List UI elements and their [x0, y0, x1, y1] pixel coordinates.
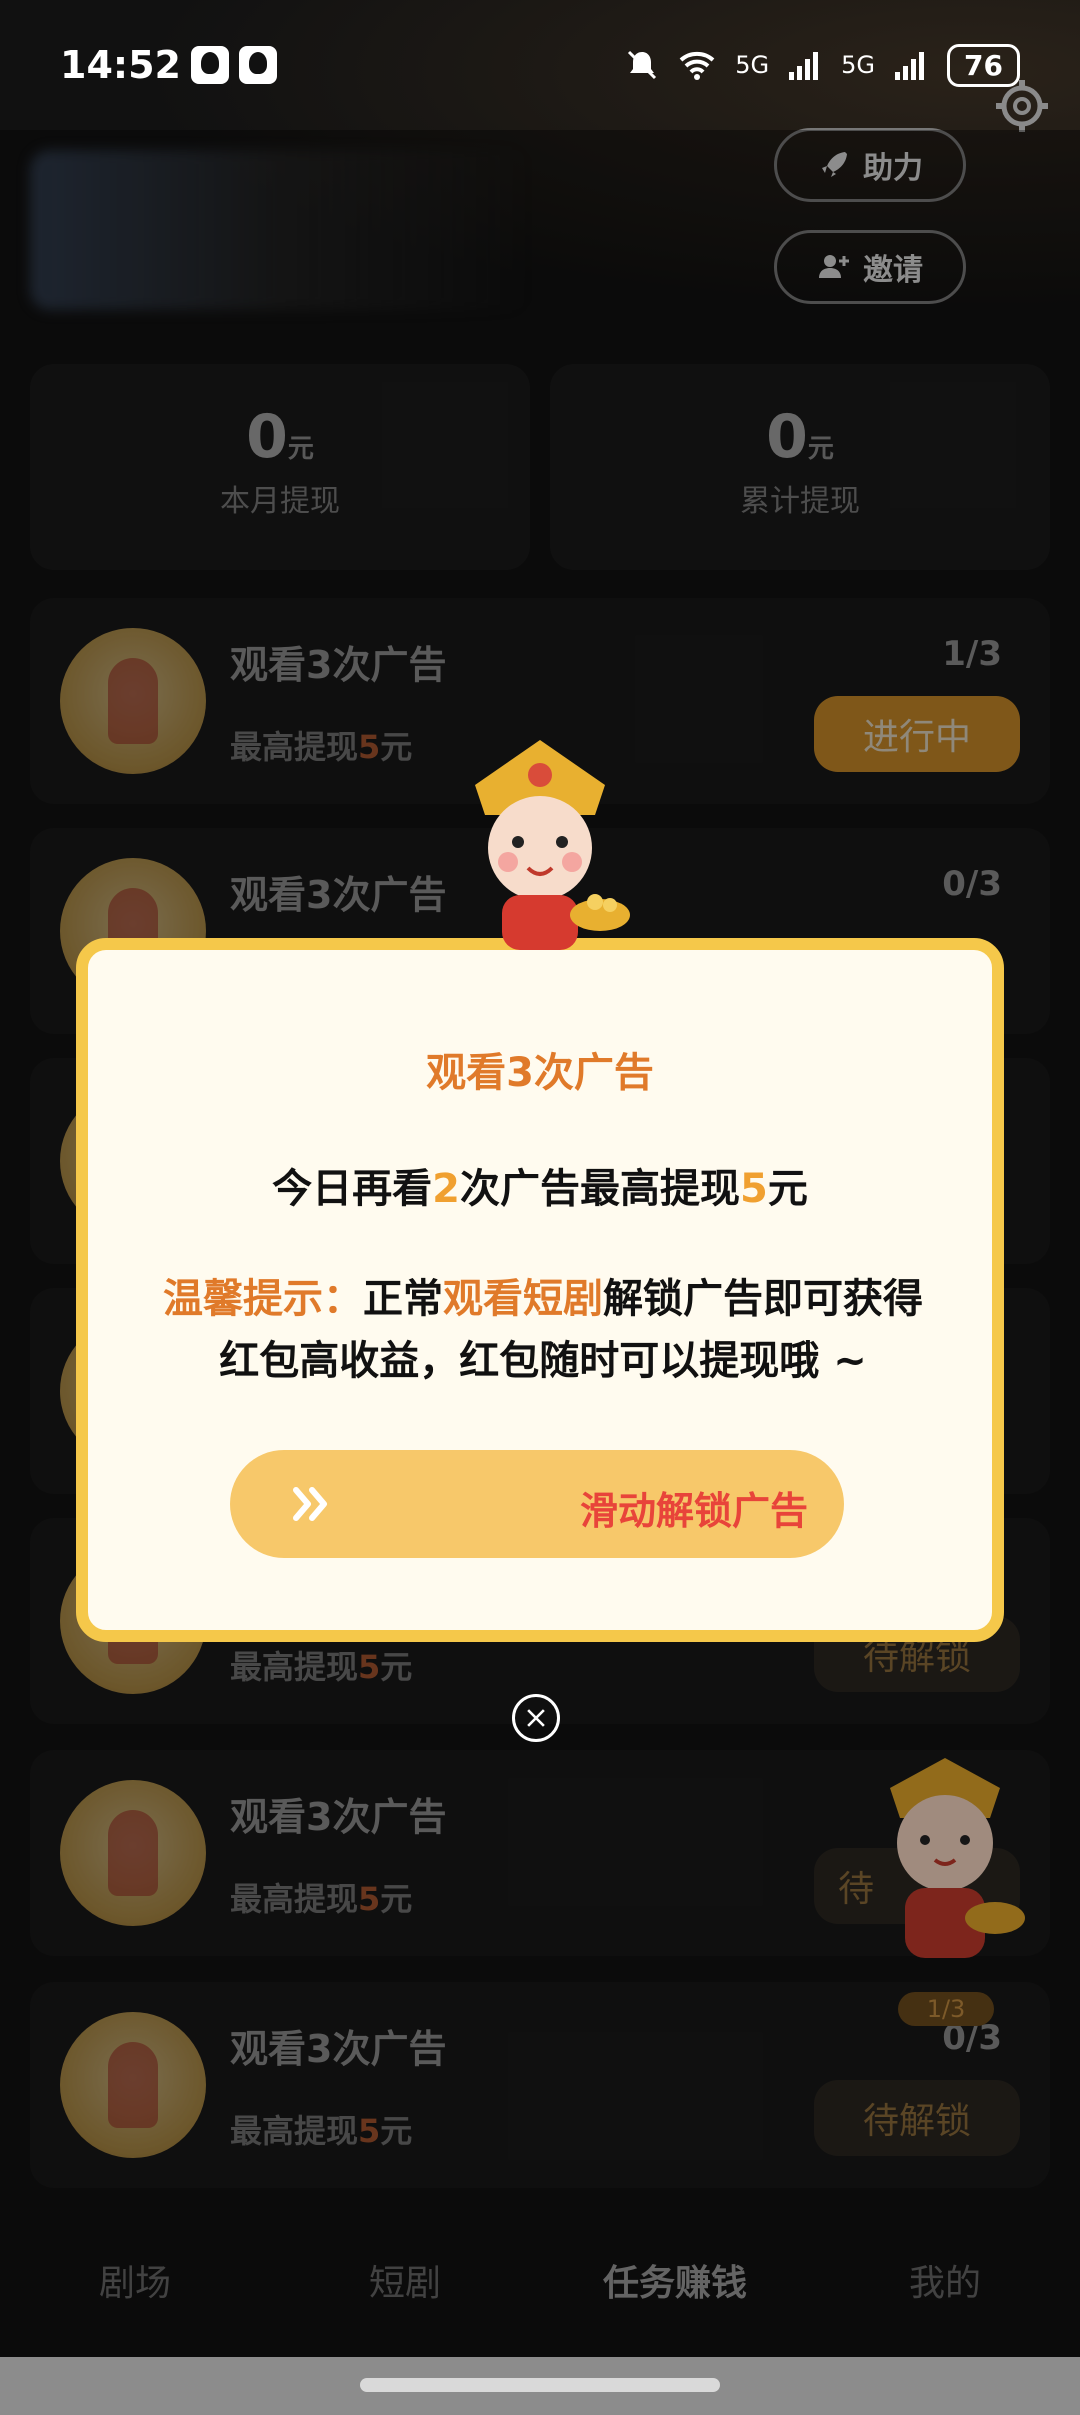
gear-icon[interactable] [992, 76, 1052, 136]
qq-notification-icon [190, 46, 229, 84]
dialog-tip: 温馨提示：正常观看短剧解锁广告即可获得红包高收益，红包随时可以提现哦 ~ [148, 1268, 938, 1392]
msg-part: 次广告最高提现 [460, 1166, 740, 1212]
signal-icon [789, 52, 819, 80]
double-chevron-right-icon[interactable] [288, 1480, 336, 1528]
dialog-message: 今日再看2次广告最高提现5元 [88, 1156, 992, 1214]
dialog-title: 观看3次广告 [426, 1050, 654, 1096]
close-icon[interactable] [512, 1694, 560, 1742]
wifi-icon [679, 51, 715, 80]
slide-unlock-label: 滑动解锁广告 [579, 1489, 808, 1533]
status-indicators: 5G 5G 76 [625, 43, 1020, 87]
tip-text: 正常 [363, 1276, 443, 1322]
mascot-icon [475, 740, 630, 950]
home-indicator[interactable] [360, 2378, 720, 2392]
max-withdraw-amount: 5 [740, 1166, 768, 1212]
status-time: 14:52 [60, 43, 181, 87]
slide-unlock-ad-button[interactable]: 滑动解锁广告 [230, 1450, 844, 1558]
msg-part: 今日再看 [272, 1166, 433, 1212]
unlock-ad-dialog: 观看3次广告 今日再看2次广告最高提现5元 温馨提示：正常观看短剧解锁广告即可获… [76, 938, 1004, 1642]
qq-notification-icon [238, 46, 277, 84]
tip-label: 温馨提示： [163, 1276, 363, 1322]
status-bar: 14:52 5G 5G 76 [0, 0, 1080, 130]
tip-highlight: 观看短剧 [443, 1276, 603, 1322]
signal-icon [895, 52, 925, 80]
mute-bell-icon [628, 50, 657, 80]
network-type: 5G [735, 51, 770, 79]
network-type: 5G [841, 51, 876, 79]
msg-part: 元 [767, 1166, 808, 1212]
remaining-count: 2 [432, 1166, 460, 1212]
